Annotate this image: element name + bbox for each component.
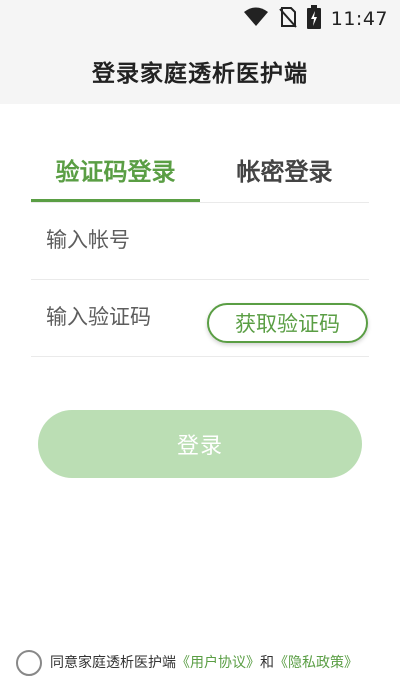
login-button[interactable]: 登录 — [38, 410, 362, 478]
no-sim-icon — [278, 6, 297, 32]
page-title: 登录家庭透析医护端 — [92, 61, 308, 87]
battery-charging-icon — [306, 5, 321, 33]
account-input[interactable] — [46, 202, 346, 278]
agreement-text: 同意家庭透析医护端《用户协议》和《隐私政策》 — [50, 648, 358, 672]
agreement-prefix: 同意家庭透析医护端 — [50, 655, 176, 671]
agreement-and: 和 — [260, 655, 274, 671]
agreement-row: 同意家庭透析医护端《用户协议》和《隐私政策》 — [16, 648, 400, 678]
code-input[interactable] — [46, 279, 196, 355]
tab-password-login[interactable]: 帐密登录 — [200, 138, 369, 200]
status-icons: 11:47 — [243, 5, 388, 33]
user-agreement-link[interactable]: 《用户协议》 — [176, 655, 260, 671]
get-code-button[interactable]: 获取验证码 — [207, 303, 368, 343]
login-tabs: 验证码登录 帐密登录 — [31, 138, 369, 203]
privacy-policy-link[interactable]: 《隐私政策》 — [274, 655, 358, 671]
status-time: 11:47 — [330, 8, 388, 30]
wifi-icon — [243, 7, 269, 31]
account-field-row — [31, 202, 369, 280]
status-bar: 11:47 — [0, 0, 400, 38]
title-bar: 登录家庭透析医护端 — [0, 38, 400, 104]
tab-code-login[interactable]: 验证码登录 — [31, 138, 200, 202]
agree-checkbox[interactable] — [16, 650, 42, 676]
code-field-row: 获取验证码 — [31, 279, 369, 357]
